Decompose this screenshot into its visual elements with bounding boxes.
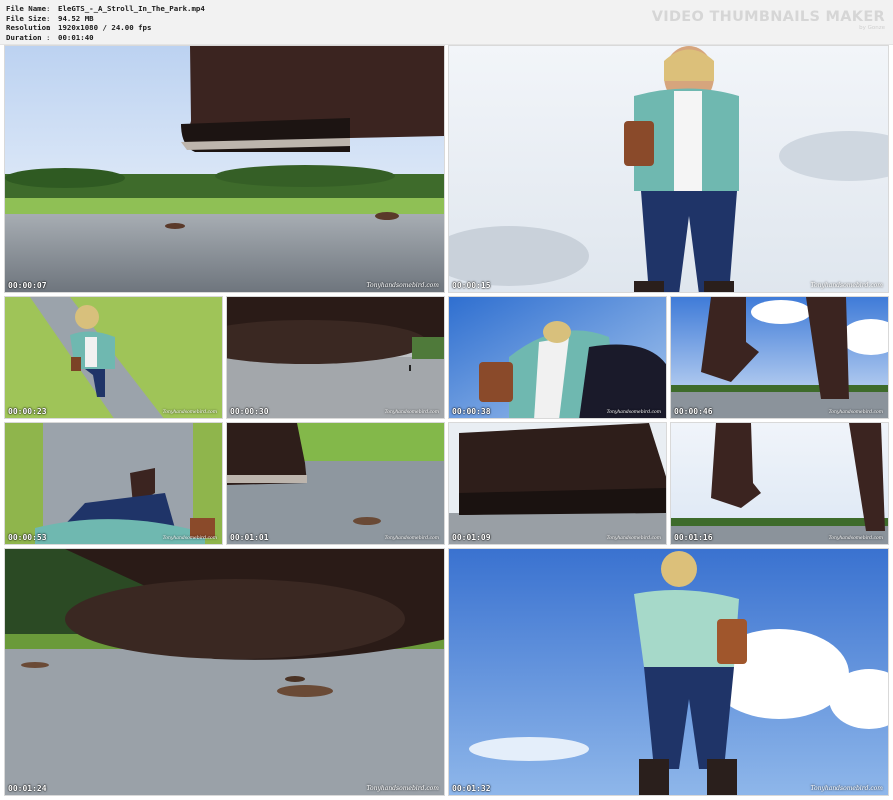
thumbnail[interactable]: 00:00:53 Tonyhandsomebird.com: [4, 422, 223, 545]
thumbnail[interactable]: 00:01:01 Tonyhandsomebird.com: [226, 422, 445, 545]
watermark: Tonyhandsomebird.com: [606, 410, 661, 415]
thumbnail-image: [449, 297, 666, 418]
brand-title: VIDEO THUMBNAILS MAKER: [651, 9, 885, 25]
file-name-row: File Name : EleGTS_-_A_Stroll_In_The_Par…: [6, 4, 205, 14]
thumbnail-image: [449, 46, 888, 292]
watermark: Tonyhandsomebird.com: [366, 785, 439, 792]
watermark: Tonyhandsomebird.com: [828, 536, 883, 541]
info-header: File Name : EleGTS_-_A_Stroll_In_The_Par…: [0, 0, 893, 45]
file-name-value: EleGTS_-_A_Stroll_In_The_Park.mp4: [58, 4, 205, 13]
watermark: Tonyhandsomebird.com: [162, 410, 217, 415]
thumbnail[interactable]: 00:00:23 Tonyhandsomebird.com: [4, 296, 223, 419]
file-name-label: File Name: [6, 4, 47, 13]
resolution-value: 1920x1080 / 24.00 fps: [58, 23, 152, 33]
separator: :: [46, 13, 51, 23]
watermark: Tonyhandsomebird.com: [384, 536, 439, 541]
thumbnail-image: [449, 549, 888, 795]
watermark: Tonyhandsomebird.com: [162, 536, 217, 541]
timestamp: 00:00:15: [452, 281, 491, 290]
thumbnail[interactable]: 00:00:38 Tonyhandsomebird.com: [448, 296, 667, 419]
thumbnail[interactable]: 00:00:07 Tonyhandsomebird.com: [4, 45, 445, 293]
file-size-label: File Size: [6, 13, 47, 23]
thumbnail-image: [5, 549, 444, 795]
file-size-value: 94.52 MB: [58, 13, 94, 23]
timestamp: 00:00:07: [8, 281, 47, 290]
timestamp: 00:00:23: [8, 407, 47, 416]
file-size-row: File Size : 94.52 MB: [6, 14, 205, 24]
thumbnail[interactable]: 00:01:24 Tonyhandsomebird.com: [4, 548, 445, 796]
separator: :: [46, 32, 51, 42]
thumbnail[interactable]: 00:00:15 Tonyhandsomebird.com: [448, 45, 889, 293]
thumbnail-image: [5, 297, 222, 418]
thumbnail-image: [671, 423, 888, 544]
duration-label: Duration: [6, 32, 42, 42]
watermark: Tonyhandsomebird.com: [828, 410, 883, 415]
thumbnail[interactable]: 00:00:46 Tonyhandsomebird.com: [670, 296, 889, 419]
file-metadata: File Name : EleGTS_-_A_Stroll_In_The_Par…: [6, 4, 205, 42]
duration-value: 00:01:40: [58, 32, 94, 42]
timestamp: 00:00:30: [230, 407, 269, 416]
thumbnail[interactable]: 00:01:09 Tonyhandsomebird.com: [448, 422, 667, 545]
thumbnail-image: [227, 297, 444, 418]
thumbnail-image: [5, 423, 222, 544]
duration-row: Duration : 00:01:40: [6, 33, 205, 43]
watermark: Tonyhandsomebird.com: [606, 536, 661, 541]
thumbnail-image: [5, 46, 444, 292]
timestamp: 00:00:38: [452, 407, 491, 416]
timestamp: 00:01:16: [674, 533, 713, 542]
watermark: Tonyhandsomebird.com: [366, 282, 439, 289]
thumbnail-image: [671, 297, 888, 418]
timestamp: 00:00:46: [674, 407, 713, 416]
brand-logo: VIDEO THUMBNAILS MAKER by Gonze: [652, 9, 885, 31]
thumbnail[interactable]: 00:01:16 Tonyhandsomebird.com: [670, 422, 889, 545]
separator: :: [46, 4, 51, 13]
thumbnail[interactable]: 00:00:30 Tonyhandsomebird.com: [226, 296, 445, 419]
resolution-label: Resolution: [6, 23, 51, 33]
timestamp: 00:01:09: [452, 533, 491, 542]
timestamp: 00:01:32: [452, 784, 491, 793]
watermark: Tonyhandsomebird.com: [810, 785, 883, 792]
timestamp: 00:01:01: [230, 533, 269, 542]
watermark: Tonyhandsomebird.com: [810, 282, 883, 289]
thumbnail-image: [449, 423, 666, 544]
timestamp: 00:00:53: [8, 533, 47, 542]
watermark: Tonyhandsomebird.com: [384, 410, 439, 415]
timestamp: 00:01:24: [8, 784, 47, 793]
thumbnail-image: [227, 423, 444, 544]
separator: :: [46, 23, 51, 33]
resolution-row: Resolution : 1920x1080 / 24.00 fps: [6, 23, 205, 33]
thumbnail[interactable]: 00:01:32 Tonyhandsomebird.com: [448, 548, 889, 796]
brand-subtitle: by Gonze: [859, 25, 885, 31]
